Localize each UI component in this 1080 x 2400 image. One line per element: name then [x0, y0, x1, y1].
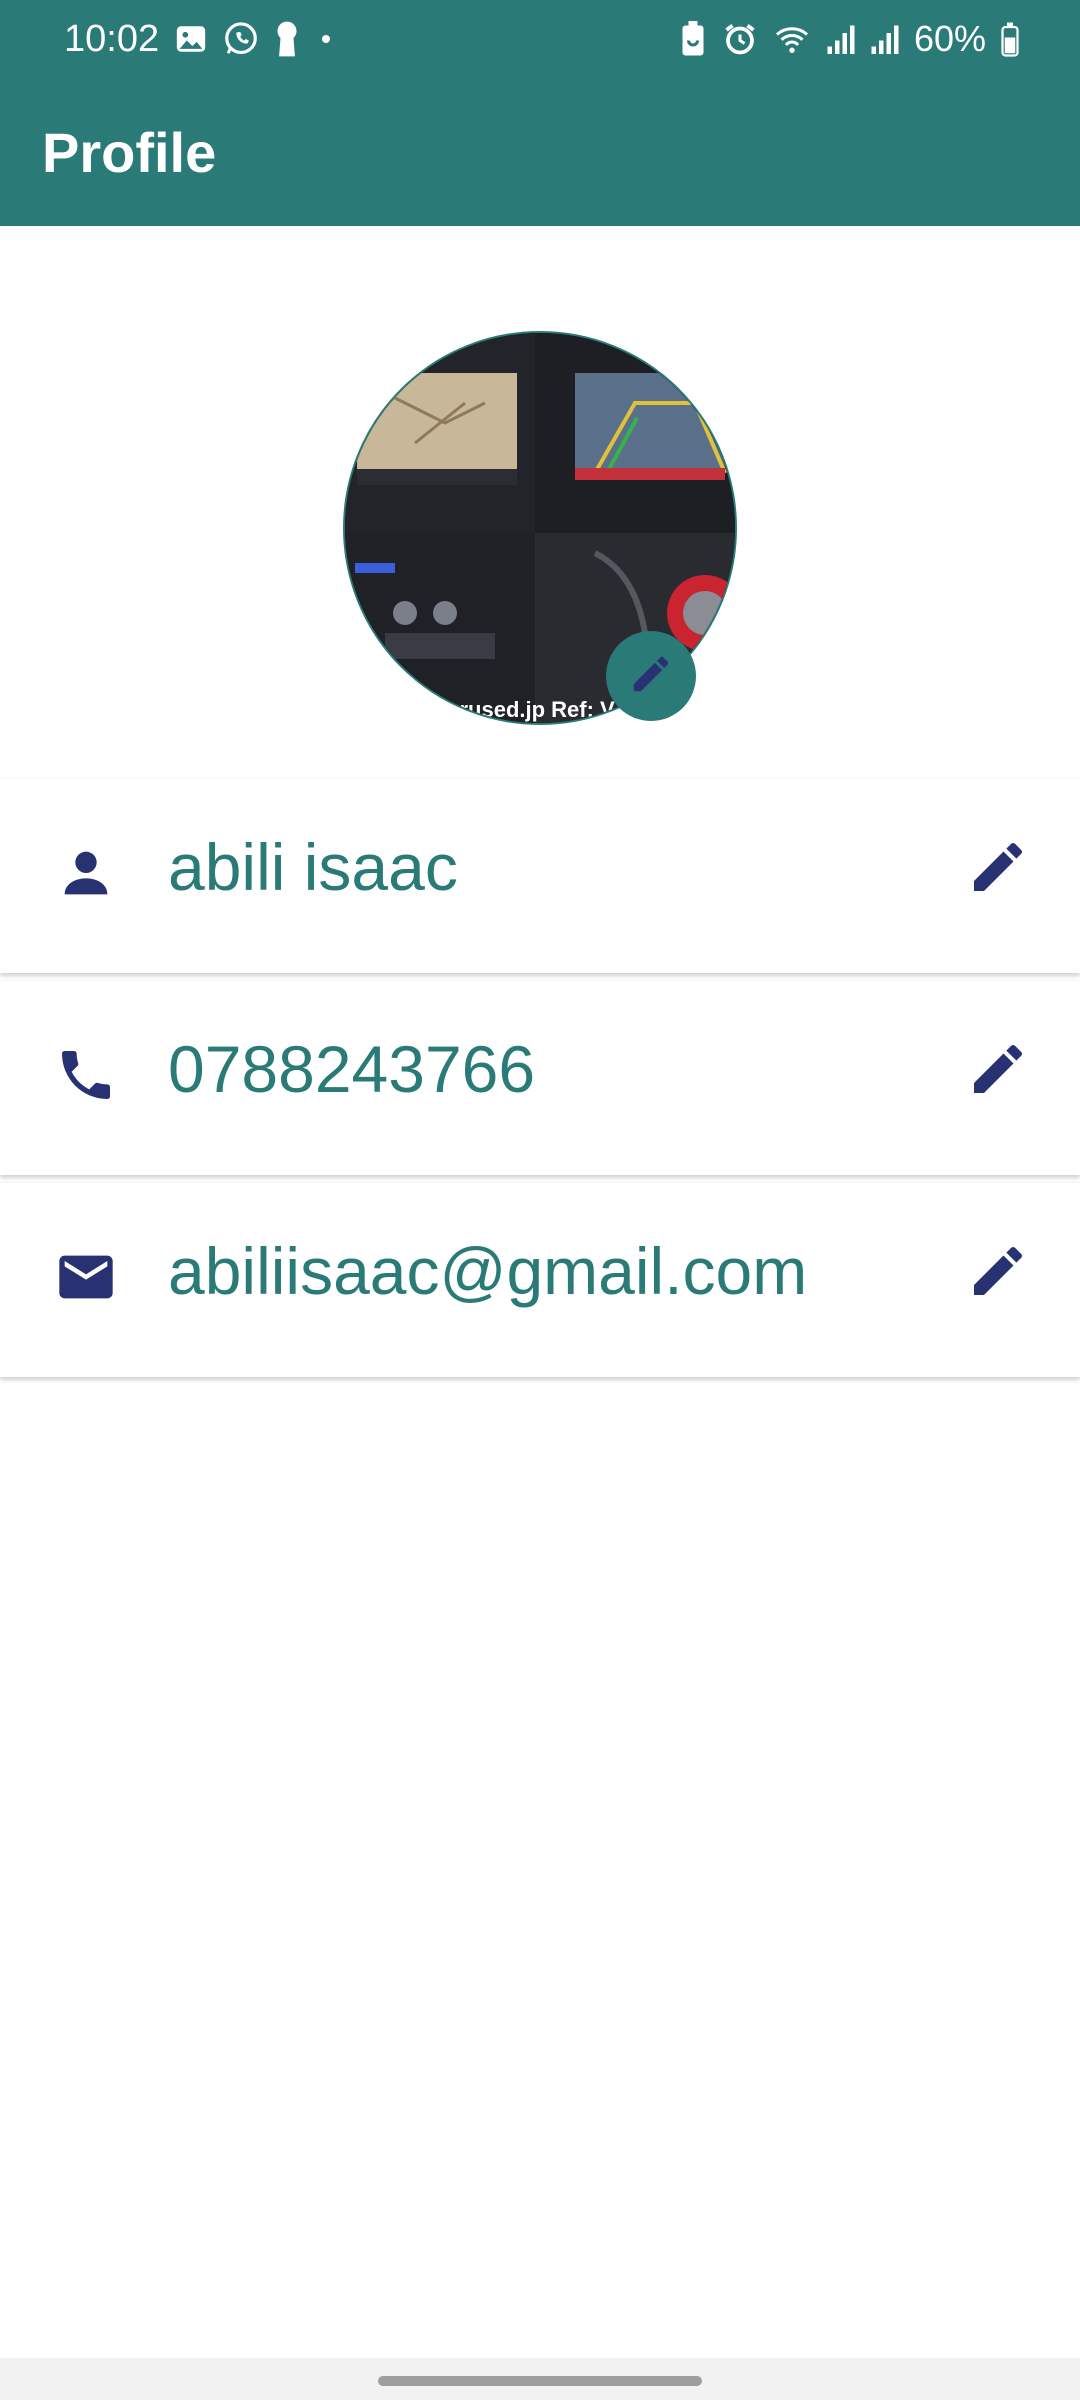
page-title: Profile — [42, 121, 217, 184]
battery-percentage: 60% — [913, 18, 986, 59]
edit-name-button[interactable] — [966, 835, 1030, 899]
photo-watermark-text: carused.jp Ref: V — [435, 697, 615, 722]
signal-icon — [826, 21, 856, 57]
dot-icon — [314, 27, 338, 51]
profile-photo-section: carused.jp Ref: V — [343, 331, 737, 725]
alarm-icon — [722, 21, 758, 57]
whatsapp-icon — [222, 20, 260, 58]
person-icon — [54, 841, 118, 905]
email-card: abiliisaac@gmail.com — [0, 1183, 1080, 1377]
email-icon — [54, 1245, 118, 1309]
phone-value: 0788243766 — [168, 1032, 536, 1106]
status-time: 10:02 — [64, 18, 160, 60]
pencil-icon — [974, 1246, 1023, 1295]
edit-photo-button[interactable] — [606, 631, 696, 721]
status-notification-icons — [174, 20, 338, 58]
signal-icon — [870, 21, 900, 57]
pencil-icon — [628, 651, 674, 702]
pencil-icon — [974, 1044, 1023, 1093]
wifi-icon — [772, 21, 812, 57]
pencil-icon — [974, 842, 1023, 891]
edit-email-button[interactable] — [966, 1239, 1030, 1303]
home-indicator[interactable] — [378, 2376, 702, 2386]
battery-icon — [1000, 21, 1020, 57]
phone-card: 0788243766 — [0, 981, 1080, 1175]
gallery-icon — [174, 22, 208, 56]
phone-icon — [54, 1043, 118, 1107]
status-bar: 10:02 60% — [0, 0, 1080, 80]
name-value: abili isaac — [168, 830, 458, 904]
email-value: abiliisaac@gmail.com — [168, 1234, 808, 1308]
app-bar: 10:02 60% Profile — [0, 0, 1080, 226]
battery-saver-icon — [678, 21, 708, 57]
name-card: abili isaac — [0, 779, 1080, 973]
edit-phone-button[interactable] — [966, 1037, 1030, 1101]
status-system-icons: 60% — [678, 18, 1020, 60]
keyhole-icon — [274, 20, 300, 58]
